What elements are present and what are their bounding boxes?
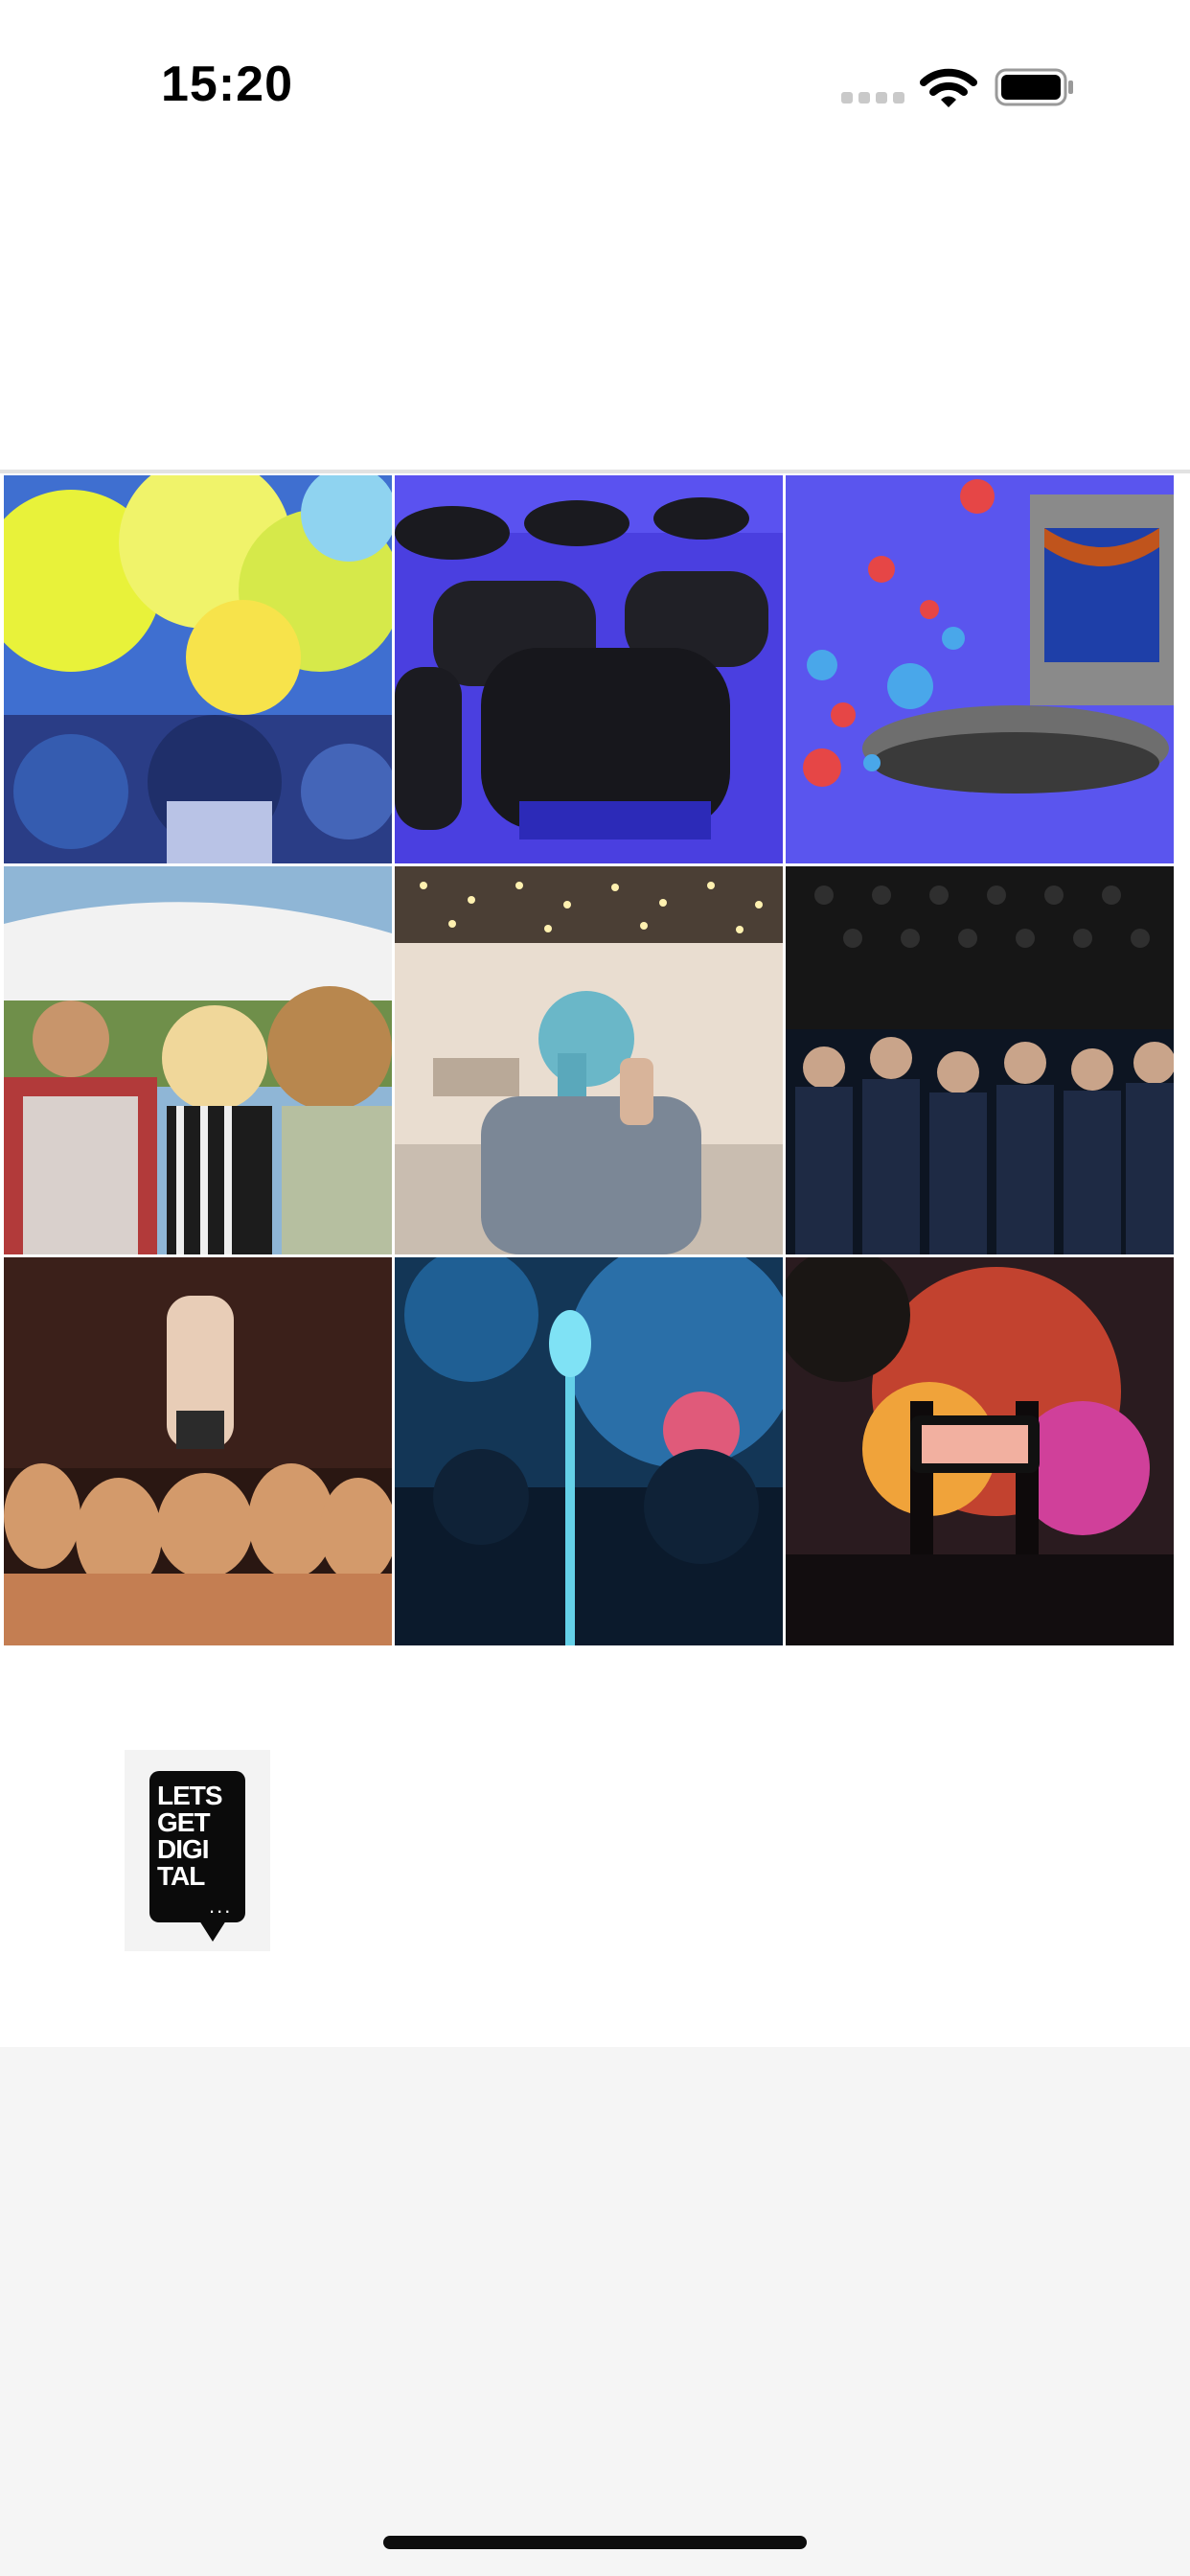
home-indicator[interactable]: [383, 2536, 807, 2549]
crowd-surfing-photo[interactable]: [4, 1257, 392, 1645]
lets-get-digital-logo[interactable]: LETS GET DIGI TAL ...: [125, 1750, 270, 1951]
microphone-stage-photo[interactable]: [395, 1257, 783, 1645]
logo-line-4: TAL: [157, 1861, 205, 1891]
status-time: 15:20: [161, 57, 293, 112]
header-space: [0, 144, 1190, 470]
festival-crowd-photo[interactable]: [4, 866, 392, 1254]
concert-phone-recording-photo[interactable]: [786, 1257, 1174, 1645]
logo-line-3: DIGI: [157, 1834, 210, 1864]
photo-grid: [0, 473, 1190, 1652]
footer-background: [0, 2047, 1190, 2576]
social-media-stage-illustration[interactable]: [786, 475, 1174, 863]
empty-chairs-photo[interactable]: [395, 475, 783, 863]
cellular-signal-icon: [841, 92, 906, 105]
brand-section: LETS GET DIGI TAL ...: [0, 1654, 1190, 2047]
logo-line-1: LETS: [157, 1781, 223, 1810]
color-powder-festival-photo[interactable]: [4, 475, 392, 863]
speaker-on-phone-photo[interactable]: [395, 866, 783, 1254]
speech-bubble-tail: [199, 1920, 226, 1942]
logo-dots: ...: [209, 1894, 233, 1918]
logo-line-2: GET: [157, 1807, 211, 1837]
wifi-icon: [920, 68, 977, 107]
battery-icon: [995, 68, 1073, 106]
status-bar: 15:20: [0, 0, 1190, 144]
conference-audience-photo[interactable]: [786, 866, 1174, 1254]
logo-text: LETS GET DIGI TAL: [157, 1782, 243, 1890]
